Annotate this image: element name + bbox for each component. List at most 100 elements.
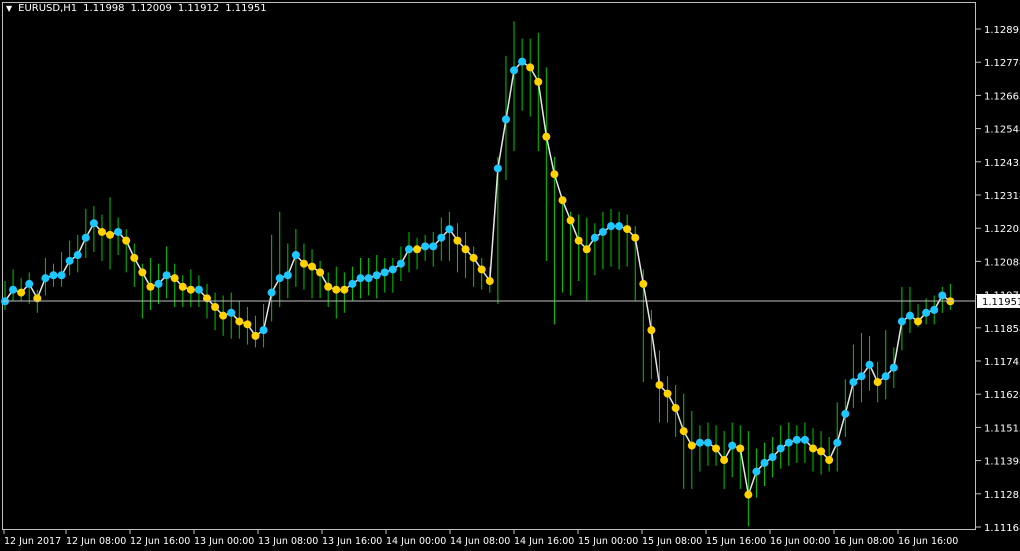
- indicator-dot: [122, 236, 131, 245]
- indicator-dot: [49, 271, 58, 280]
- indicator-dot: [324, 282, 333, 291]
- indicator-dot: [833, 438, 842, 447]
- time-label: 16 Jun 00:00: [770, 536, 830, 547]
- price-label: 1.12088: [984, 257, 1020, 268]
- indicator-dot: [615, 222, 624, 231]
- indicator-dot: [461, 245, 470, 254]
- indicator-dot: [841, 409, 850, 418]
- price-label: 1.11283: [984, 490, 1020, 501]
- indicator-dot: [809, 444, 817, 453]
- time-label: 13 Jun 00:00: [194, 536, 254, 547]
- indicator-dot: [534, 77, 543, 86]
- indicator-dot: [526, 63, 535, 72]
- indicator-dot: [186, 285, 195, 294]
- indicator-dot: [849, 378, 858, 387]
- indicator-dot: [485, 277, 494, 286]
- indicator-dot: [712, 444, 721, 453]
- indicator-dot: [703, 438, 712, 447]
- indicator-dot: [275, 274, 284, 283]
- indicator-dot: [243, 320, 252, 329]
- current-price-label: 1.11951: [982, 297, 1020, 308]
- indicator-dot: [566, 216, 575, 225]
- indicator-dot: [687, 441, 696, 450]
- indicator-dot: [97, 227, 106, 236]
- indicator-dot: [728, 441, 737, 450]
- indicator-dot: [227, 308, 236, 317]
- indicator-dot: [170, 274, 179, 283]
- price-label: 1.12548: [984, 125, 1020, 136]
- indicator-dot: [396, 259, 405, 268]
- indicator-dot: [671, 404, 680, 413]
- indicator-dot: [194, 285, 203, 294]
- indicator-dot: [695, 438, 704, 447]
- indicator-dot: [873, 378, 882, 387]
- indicator-dot: [356, 274, 365, 283]
- time-label: 14 Jun 00:00: [386, 536, 446, 547]
- indicator-dot: [283, 271, 292, 280]
- indicator-dot: [518, 57, 527, 66]
- indicator-dot: [623, 225, 632, 234]
- price-label: 1.11858: [984, 324, 1020, 335]
- symbol-timeframe: EURUSD,H1: [18, 3, 78, 14]
- indicator-dot: [9, 285, 18, 294]
- indicator-dot: [380, 268, 389, 277]
- indicator-dot: [316, 268, 325, 277]
- indicator-dot: [582, 245, 591, 254]
- indicator-dot: [607, 222, 615, 231]
- indicator-dot: [41, 274, 50, 283]
- indicator-dot: [421, 242, 430, 251]
- indicator-dot: [598, 227, 607, 236]
- indicator-dot: [453, 236, 462, 245]
- price-label: 1.11513: [984, 423, 1020, 434]
- indicator-dot: [744, 490, 753, 499]
- chart-window[interactable]: 1.12893 1.12778 1.12663 1.12548 1.12433 1.123…: [0, 0, 1020, 551]
- ohlc-high: 1.12009: [130, 3, 172, 14]
- indicator-dot: [17, 288, 26, 297]
- indicator-dot: [25, 279, 34, 288]
- indicator-dot: [146, 282, 155, 291]
- indicator-dot: [364, 274, 373, 283]
- indicator-dot: [542, 132, 551, 141]
- indicator-dot: [445, 225, 454, 234]
- indicator-dot: [251, 331, 260, 340]
- indicator-dot: [340, 285, 349, 294]
- indicator-dot: [162, 271, 171, 280]
- indicator-dot: [897, 317, 906, 326]
- indicator-dot: [154, 279, 163, 288]
- indicator-dot: [81, 233, 90, 242]
- indicator-dot: [817, 447, 826, 456]
- indicator-dot: [65, 256, 74, 265]
- price-label: 1.12893: [984, 25, 1020, 36]
- indicator-dot: [219, 311, 228, 320]
- price-label: 1.11628: [984, 390, 1020, 401]
- indicator-dot: [736, 444, 745, 453]
- price-label: 1.12778: [984, 58, 1020, 69]
- indicator-dot: [550, 170, 559, 179]
- indicator-dot: [914, 317, 923, 326]
- indicator-dot: [130, 253, 139, 262]
- indicator-dot: [73, 251, 82, 260]
- price-label: 1.11743: [984, 357, 1020, 368]
- indicator-dot: [57, 271, 66, 280]
- time-label: 15 Jun 16:00: [706, 536, 766, 547]
- indicator-dot: [679, 427, 688, 436]
- indicator-dot: [655, 380, 664, 389]
- indicator-dot: [792, 435, 801, 444]
- indicator-dot: [308, 262, 317, 271]
- line-layer: [4, 60, 951, 498]
- indicator-dot: [267, 288, 276, 297]
- ohlc-low: 1.11912: [177, 3, 220, 14]
- time-label: 14 Jun 08:00: [450, 536, 510, 547]
- time-label: 14 Jun 16:00: [514, 536, 574, 547]
- price-label: 1.12318: [984, 191, 1020, 202]
- time-label: 15 Jun 08:00: [642, 536, 702, 547]
- triangle-down-icon[interactable]: ▼: [6, 4, 12, 14]
- indicator-dot: [211, 303, 220, 312]
- indicator-dot: [299, 259, 308, 268]
- time-label: 16 Jun 08:00: [834, 536, 894, 547]
- indicator-dot: [388, 265, 397, 274]
- indicator-dot: [905, 311, 914, 320]
- indicator-dot: [106, 230, 115, 239]
- indicator-dot: [857, 372, 866, 381]
- indicator-dot: [938, 291, 947, 300]
